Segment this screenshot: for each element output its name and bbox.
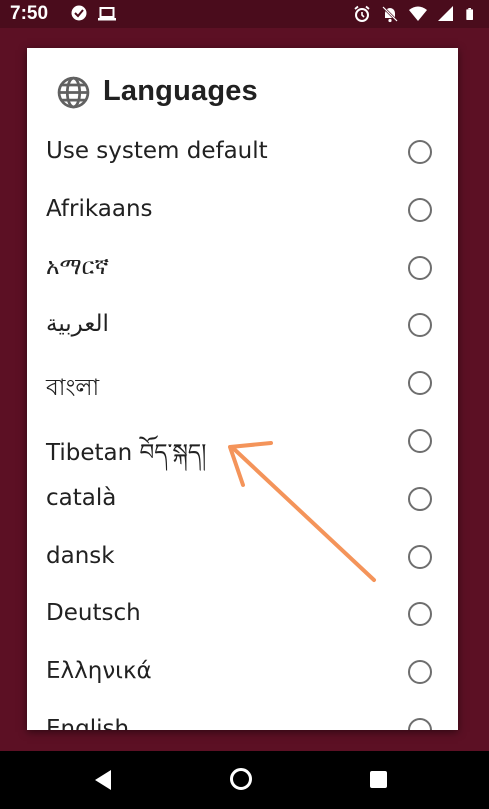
- radio-button[interactable]: [408, 313, 432, 338]
- messaging-icon: [71, 5, 87, 21]
- alarm-icon: [354, 5, 370, 22]
- recents-icon[interactable]: [370, 771, 387, 788]
- language-option[interactable]: dansk: [27, 529, 458, 587]
- status-right-icons: [353, 5, 477, 23]
- radio-button[interactable]: [408, 602, 432, 627]
- radio-button[interactable]: [408, 371, 432, 396]
- battery-icon: [466, 8, 473, 20]
- language-option-label: አማርኛ: [46, 253, 109, 280]
- language-option[interactable]: አማርኛ: [27, 240, 458, 298]
- back-icon[interactable]: [93, 769, 113, 791]
- signal-icon: [438, 6, 453, 21]
- language-option-label: Use system default: [46, 138, 268, 164]
- language-option-label: Ελληνικά: [46, 658, 152, 685]
- language-option[interactable]: العربية: [27, 297, 458, 355]
- language-option-label: Deutsch: [46, 600, 141, 627]
- navigation-bar: [0, 751, 489, 809]
- language-option-label: dansk: [46, 542, 115, 569]
- language-option-label: català: [46, 484, 117, 511]
- language-list: Use system default Afrikaans አማርኛ العربية বা…: [27, 124, 458, 730]
- language-option[interactable]: Tibetan བོད་སྐད།: [27, 413, 458, 471]
- language-option[interactable]: বাংলা: [27, 355, 458, 413]
- language-option[interactable]: Ελληνικά: [27, 644, 458, 702]
- status-time: 7:50: [10, 3, 49, 24]
- home-icon[interactable]: [230, 768, 252, 790]
- language-option[interactable]: Use system default: [27, 124, 458, 182]
- status-left-icons: [70, 5, 116, 23]
- languages-dialog: Languages Use system default Afrikaans አማር…: [27, 48, 458, 730]
- language-option[interactable]: English: [27, 702, 458, 730]
- laptop-icon: [98, 7, 116, 21]
- radio-button[interactable]: [408, 197, 432, 222]
- radio-button[interactable]: [408, 428, 432, 453]
- language-option-label: বাংলা: [46, 375, 100, 402]
- dialog-title: Languages: [103, 75, 258, 107]
- radio-button[interactable]: [408, 255, 432, 280]
- language-option-label: Afrikaans: [46, 195, 153, 222]
- language-option[interactable]: Deutsch: [27, 586, 458, 644]
- radio-button[interactable]: [408, 544, 432, 569]
- radio-button[interactable]: [408, 486, 432, 511]
- radio-button[interactable]: [408, 660, 432, 685]
- radio-button[interactable]: [408, 140, 432, 164]
- status-bar: 7:50: [0, 0, 489, 28]
- language-option-label: English: [46, 715, 130, 730]
- wifi-icon: [409, 6, 427, 21]
- language-option[interactable]: català: [27, 471, 458, 529]
- do-not-disturb-off-icon: [382, 6, 398, 23]
- globe-icon: [57, 76, 90, 109]
- language-option-label: العربية: [46, 311, 109, 338]
- language-option[interactable]: Afrikaans: [27, 182, 458, 240]
- radio-button[interactable]: [408, 717, 432, 730]
